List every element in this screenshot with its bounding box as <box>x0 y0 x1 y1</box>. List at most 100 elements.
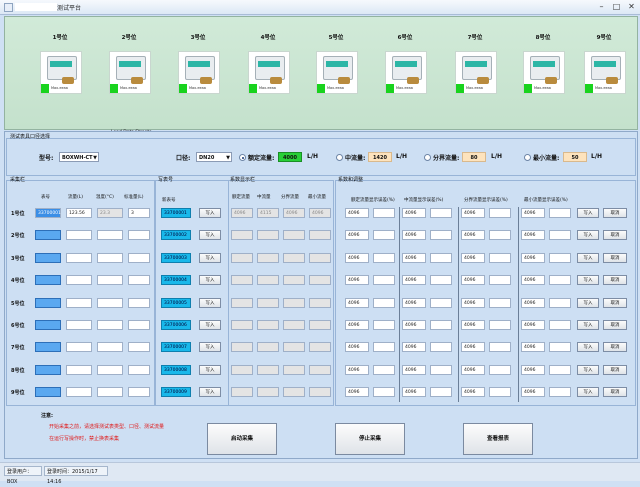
coef-cancel-button[interactable]: 取消 <box>603 365 627 375</box>
minimize-icon[interactable]: – <box>597 2 606 11</box>
coef-mid-error-field[interactable] <box>430 320 452 330</box>
coef-min-value-field[interactable]: 4096 <box>521 365 545 375</box>
coef-boundary-value-field[interactable]: 4096 <box>461 387 485 397</box>
min-flow-radio[interactable] <box>524 154 531 161</box>
coef-boundary-error-field[interactable] <box>489 320 511 330</box>
new-meter-no-field[interactable]: 33700003 <box>161 253 191 263</box>
coef-boundary-error-field[interactable] <box>489 253 511 263</box>
write-meter-button[interactable]: 写入 <box>199 230 221 240</box>
coef-rated-error-field[interactable] <box>373 298 395 308</box>
coef-cancel-button[interactable]: 取消 <box>603 342 627 352</box>
coef-rated-value-field[interactable]: 4096 <box>345 387 369 397</box>
standard-volume-field[interactable] <box>128 253 150 263</box>
start-collection-button[interactable]: 启动采集 <box>207 423 277 455</box>
standard-volume-field[interactable] <box>128 298 150 308</box>
stop-collection-button[interactable]: 停止采集 <box>335 423 405 455</box>
write-meter-button[interactable]: 写入 <box>199 275 221 285</box>
coef-mid-error-field[interactable] <box>430 275 452 285</box>
coef-min-error-field[interactable] <box>549 365 571 375</box>
coef-min-error-field[interactable] <box>549 253 571 263</box>
flow-field[interactable] <box>66 230 92 240</box>
coef-cancel-button[interactable]: 取消 <box>603 230 627 240</box>
standard-volume-field[interactable] <box>128 275 150 285</box>
coef-cancel-button[interactable]: 取消 <box>603 387 627 397</box>
write-meter-button[interactable]: 写入 <box>199 253 221 263</box>
flow-field[interactable] <box>66 387 92 397</box>
coef-rated-value-field[interactable]: 4096 <box>345 365 369 375</box>
write-meter-button[interactable]: 写入 <box>199 342 221 352</box>
standard-volume-field[interactable]: 3 <box>128 208 150 218</box>
coef-min-error-field[interactable] <box>549 387 571 397</box>
coef-cancel-button[interactable]: 取消 <box>603 275 627 285</box>
coef-boundary-value-field[interactable]: 4096 <box>461 298 485 308</box>
coef-min-value-field[interactable]: 4096 <box>521 230 545 240</box>
flow-field[interactable]: 123.56 <box>66 208 92 218</box>
standard-volume-field[interactable] <box>128 342 150 352</box>
flow-field[interactable] <box>66 298 92 308</box>
meter-no-field[interactable] <box>35 298 61 308</box>
coef-mid-value-field[interactable]: 4096 <box>402 230 426 240</box>
coef-boundary-value-field[interactable]: 4096 <box>461 275 485 285</box>
coef-min-value-field[interactable]: 4096 <box>521 253 545 263</box>
coef-rated-value-field[interactable]: 4096 <box>345 230 369 240</box>
coef-cancel-button[interactable]: 取消 <box>603 253 627 263</box>
coef-min-error-field[interactable] <box>549 320 571 330</box>
flow-field[interactable] <box>66 342 92 352</box>
write-meter-button[interactable]: 写入 <box>199 320 221 330</box>
maximize-icon[interactable]: □ <box>612 2 621 11</box>
coef-boundary-value-field[interactable]: 4096 <box>461 365 485 375</box>
coef-rated-value-field[interactable]: 4096 <box>345 275 369 285</box>
temperature-field[interactable] <box>97 275 123 285</box>
coef-mid-error-field[interactable] <box>430 365 452 375</box>
coef-cancel-button[interactable]: 取消 <box>603 298 627 308</box>
write-meter-button[interactable]: 写入 <box>199 365 221 375</box>
write-meter-button[interactable]: 写入 <box>199 208 221 218</box>
coef-boundary-value-field[interactable]: 4096 <box>461 342 485 352</box>
coef-write-button[interactable]: 写入 <box>577 387 599 397</box>
coef-min-value-field[interactable]: 4096 <box>521 320 545 330</box>
coef-write-button[interactable]: 写入 <box>577 298 599 308</box>
temperature-field[interactable]: 23.3 <box>97 208 123 218</box>
close-icon[interactable]: ✕ <box>627 2 636 11</box>
meter-no-field[interactable] <box>35 320 61 330</box>
boundary-flow-radio[interactable] <box>424 154 431 161</box>
meter-no-field[interactable]: 33700001 <box>35 208 61 218</box>
coef-cancel-button[interactable]: 取消 <box>603 320 627 330</box>
standard-volume-field[interactable] <box>128 230 150 240</box>
standard-volume-field[interactable] <box>128 365 150 375</box>
coef-write-button[interactable]: 写入 <box>577 320 599 330</box>
new-meter-no-field[interactable]: 33700005 <box>161 298 191 308</box>
standard-volume-field[interactable] <box>128 387 150 397</box>
temperature-field[interactable] <box>97 387 123 397</box>
coef-mid-error-field[interactable] <box>430 387 452 397</box>
coef-write-button[interactable]: 写入 <box>577 253 599 263</box>
coef-rated-error-field[interactable] <box>373 320 395 330</box>
new-meter-no-field[interactable]: 33700006 <box>161 320 191 330</box>
coef-boundary-value-field[interactable]: 4096 <box>461 320 485 330</box>
coef-mid-value-field[interactable]: 4096 <box>402 365 426 375</box>
new-meter-no-field[interactable]: 33700009 <box>161 387 191 397</box>
coef-mid-error-field[interactable] <box>430 230 452 240</box>
temperature-field[interactable] <box>97 342 123 352</box>
coef-mid-value-field[interactable]: 4096 <box>402 342 426 352</box>
coef-rated-value-field[interactable]: 4096 <box>345 253 369 263</box>
standard-volume-field[interactable] <box>128 320 150 330</box>
coef-boundary-value-field[interactable]: 4096 <box>461 208 485 218</box>
meter-no-field[interactable] <box>35 275 61 285</box>
coef-rated-error-field[interactable] <box>373 387 395 397</box>
coef-rated-value-field[interactable]: 4096 <box>345 208 369 218</box>
temperature-field[interactable] <box>97 253 123 263</box>
coef-rated-error-field[interactable] <box>373 230 395 240</box>
meter-no-field[interactable] <box>35 387 61 397</box>
coef-write-button[interactable]: 写入 <box>577 275 599 285</box>
view-report-button[interactable]: 查看报表 <box>463 423 533 455</box>
coef-mid-value-field[interactable]: 4096 <box>402 275 426 285</box>
coef-min-error-field[interactable] <box>549 230 571 240</box>
coef-min-error-field[interactable] <box>549 298 571 308</box>
flow-field[interactable] <box>66 253 92 263</box>
new-meter-no-field[interactable]: 33700002 <box>161 230 191 240</box>
coef-write-button[interactable]: 写入 <box>577 230 599 240</box>
coef-boundary-error-field[interactable] <box>489 230 511 240</box>
coef-boundary-error-field[interactable] <box>489 298 511 308</box>
coef-cancel-button[interactable]: 取消 <box>603 208 627 218</box>
